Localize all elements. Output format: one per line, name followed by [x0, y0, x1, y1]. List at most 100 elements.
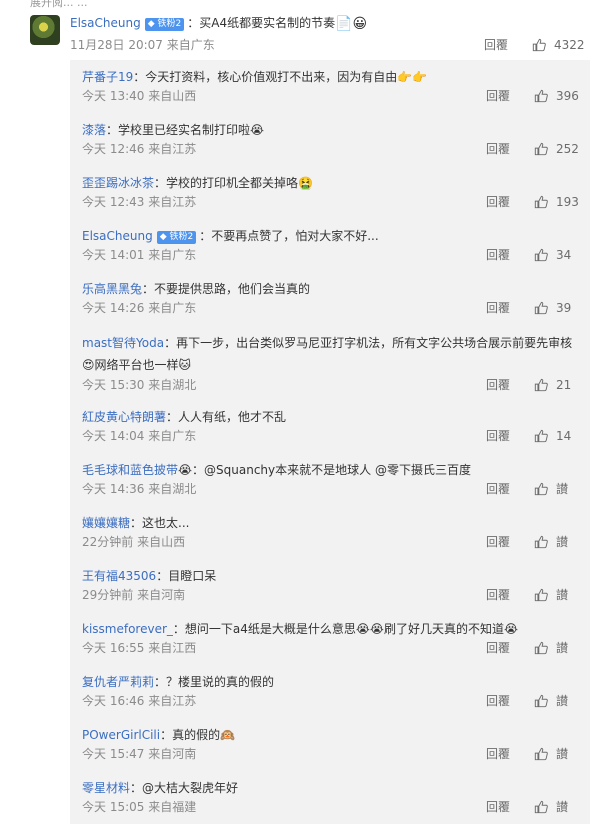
thumbs-up-icon — [534, 301, 548, 315]
reply-username[interactable]: 紅皮黄心特朗薯 — [82, 410, 166, 424]
reply-meta: 今天 14:04 来自广东 — [82, 429, 197, 443]
reply-button[interactable]: 回覆 — [486, 193, 510, 211]
like-button[interactable]: 讃 — [534, 798, 584, 816]
reply-meta-row: 29分钟前 来自河南 回覆 讃 — [82, 586, 578, 604]
reply-username[interactable]: 零星材料 — [82, 781, 130, 795]
reply-text-line: kissmeforever_：想问一下a4纸是大概是什么意思😭😭刷了好几天真的不… — [82, 619, 578, 639]
reply-button[interactable]: 回覆 — [486, 87, 510, 105]
reply-meta-row: 今天 16:55 来自江西 回覆 讃 — [82, 639, 578, 657]
reply-button[interactable]: 回覆 — [486, 533, 510, 551]
reply-item: ElsaCheung ◆ 铁粉2 ：不要再点赞了，怕对大家不好... 今天 14:01… — [82, 226, 578, 264]
reply-button[interactable]: 回覆 — [486, 586, 510, 604]
reply-username[interactable]: 漆落 — [82, 123, 106, 137]
thumbs-up-icon — [534, 641, 548, 655]
main-comment-username[interactable]: ElsaCheung — [70, 16, 141, 30]
fan-badge[interactable]: ◆ 铁粉2 — [156, 231, 197, 244]
reply-meta: 29分钟前 来自河南 — [82, 588, 186, 602]
reply-meta: 今天 16:46 来自江苏 — [82, 694, 197, 708]
like-button[interactable]: 讃 — [534, 692, 584, 710]
reply-meta-row: 今天 16:46 来自江苏 回覆 讃 — [82, 692, 578, 710]
reply-button[interactable]: 回覆 — [486, 639, 510, 657]
reply-text-line: POwerGirlCili：真的假的🙉 — [82, 725, 578, 745]
main-comment-meta-row: 11月28日 20:07 来自广东 回覆 4322 — [70, 36, 590, 54]
reply-meta: 今天 13:40 来自山西 — [82, 89, 197, 103]
thumbs-up-icon — [534, 248, 548, 262]
thumbs-up-icon — [534, 378, 548, 392]
reply-button[interactable]: 回覆 — [486, 299, 510, 317]
reply-actions: 回覆 讃 — [486, 533, 584, 551]
like-button[interactable]: 讃 — [534, 745, 584, 763]
reply-text-line: ElsaCheung ◆ 铁粉2 ：不要再点赞了，怕对大家不好... — [82, 226, 578, 246]
like-button[interactable]: 4322 — [532, 36, 590, 54]
like-button[interactable]: 396 — [534, 87, 584, 105]
reply-meta: 今天 15:05 来自福建 — [82, 800, 197, 814]
like-button[interactable]: 讃 — [534, 533, 584, 551]
reply-username[interactable]: 王有福43506 — [82, 569, 156, 583]
reply-item: 毛毛球和蓝色披带😭：@Squanchy本来就不是地球人 @零下摄氏三百度 今天 1… — [82, 460, 578, 498]
reply-username[interactable]: POwerGirlCili — [82, 728, 160, 742]
reply-username[interactable]: kissmeforever_ — [82, 622, 173, 636]
reply-username[interactable]: 孃孃孃糖 — [82, 516, 130, 530]
like-button[interactable]: 21 — [534, 376, 584, 394]
thumbs-up-icon — [534, 535, 548, 549]
reply-button[interactable]: 回覆 — [486, 246, 510, 264]
reply-button[interactable]: 回覆 — [486, 427, 510, 445]
reply-button[interactable]: 回覆 — [486, 376, 510, 394]
reply-button[interactable]: 回覆 — [486, 745, 510, 763]
reply-item: 紅皮黄心特朗薯：人人有纸，他才不乱 今天 14:04 来自广东 回覆 14 — [82, 407, 578, 445]
reply-actions: 回覆 34 — [486, 246, 584, 264]
reply-text: ：目瞪口呆 — [156, 569, 217, 583]
like-button[interactable]: 讃 — [534, 480, 584, 498]
like-button[interactable]: 193 — [534, 193, 584, 211]
reply-username[interactable]: 歪歪踢冰冰茶 — [82, 176, 154, 190]
thumbs-up-icon — [534, 89, 548, 103]
reply-button[interactable]: 回覆 — [484, 36, 508, 54]
reply-button[interactable]: 回覆 — [486, 798, 510, 816]
reply-meta: 今天 14:01 来自广东 — [82, 248, 197, 262]
like-button[interactable]: 14 — [534, 427, 584, 445]
reply-text-line: 漆落：学校里已经实名制打印啦😭 — [82, 120, 578, 140]
reply-text: ：不要再点赞了，怕对大家不好... — [199, 229, 379, 243]
like-button[interactable]: 讃 — [534, 586, 584, 604]
reply-item: 零星材料：@大桔大裂虎年好 今天 15:05 来自福建 回覆 讃 — [82, 778, 578, 816]
reply-username[interactable]: mast智待Yoda — [82, 336, 164, 350]
reply-username[interactable]: ElsaCheung — [82, 229, 153, 243]
reply-actions: 回覆 14 — [486, 427, 584, 445]
reply-button[interactable]: 回覆 — [486, 140, 510, 158]
reply-button[interactable]: 回覆 — [486, 480, 510, 498]
reply-meta: 今天 12:43 来自江苏 — [82, 195, 197, 209]
reply-meta: 今天 16:55 来自江西 — [82, 641, 197, 655]
thumbs-up-icon — [534, 588, 548, 602]
like-button[interactable]: 39 — [534, 299, 584, 317]
reply-item: 王有福43506：目瞪口呆 29分钟前 来自河南 回覆 讃 — [82, 566, 578, 604]
reply-text-line: 孃孃孃糖：这也太... — [82, 513, 578, 533]
avatar[interactable] — [30, 15, 60, 45]
fan-badge[interactable]: ◆ 铁粉2 — [144, 18, 185, 31]
like-count: 讃 — [556, 800, 569, 814]
like-count: 4322 — [554, 38, 585, 52]
thumbs-up-icon — [534, 694, 548, 708]
reply-button[interactable]: 回覆 — [486, 692, 510, 710]
reply-username[interactable]: 毛毛球和蓝色披带 — [82, 463, 178, 477]
reply-actions: 回覆 讃 — [486, 745, 584, 763]
like-count: 21 — [556, 378, 572, 392]
like-count: 39 — [556, 301, 572, 315]
like-button[interactable]: 讃 — [534, 639, 584, 657]
reply-meta: 今天 14:26 来自广东 — [82, 301, 197, 315]
replies-panel: 芹番子19：今天打资料，核心价值观打不出来，因为有自由👉👉 今天 13:40 来自… — [70, 60, 590, 824]
like-button[interactable]: 252 — [534, 140, 584, 158]
reply-username[interactable]: 芹番子19 — [82, 70, 133, 84]
reply-actions: 回覆 396 — [486, 87, 584, 105]
thumbs-up-icon — [534, 747, 548, 761]
reply-actions: 回覆 193 — [486, 193, 584, 211]
reply-meta: 今天 15:47 来自河南 — [82, 747, 197, 761]
reply-actions: 回覆 讃 — [486, 692, 584, 710]
thumbs-up-icon — [534, 429, 548, 443]
reply-meta: 今天 15:30 来自湖北 — [82, 378, 197, 392]
main-comment-emojis: 📄😀 — [335, 16, 368, 32]
reply-text: ：学校里已经实名制打印啦😭 — [106, 123, 265, 137]
reply-username[interactable]: 复仇者严莉莉 — [82, 675, 154, 689]
reply-username[interactable]: 乐高黑黑兔 — [82, 282, 142, 296]
like-button[interactable]: 34 — [534, 246, 584, 264]
main-comment-meta: 11月28日 20:07 来自广东 — [70, 38, 215, 52]
